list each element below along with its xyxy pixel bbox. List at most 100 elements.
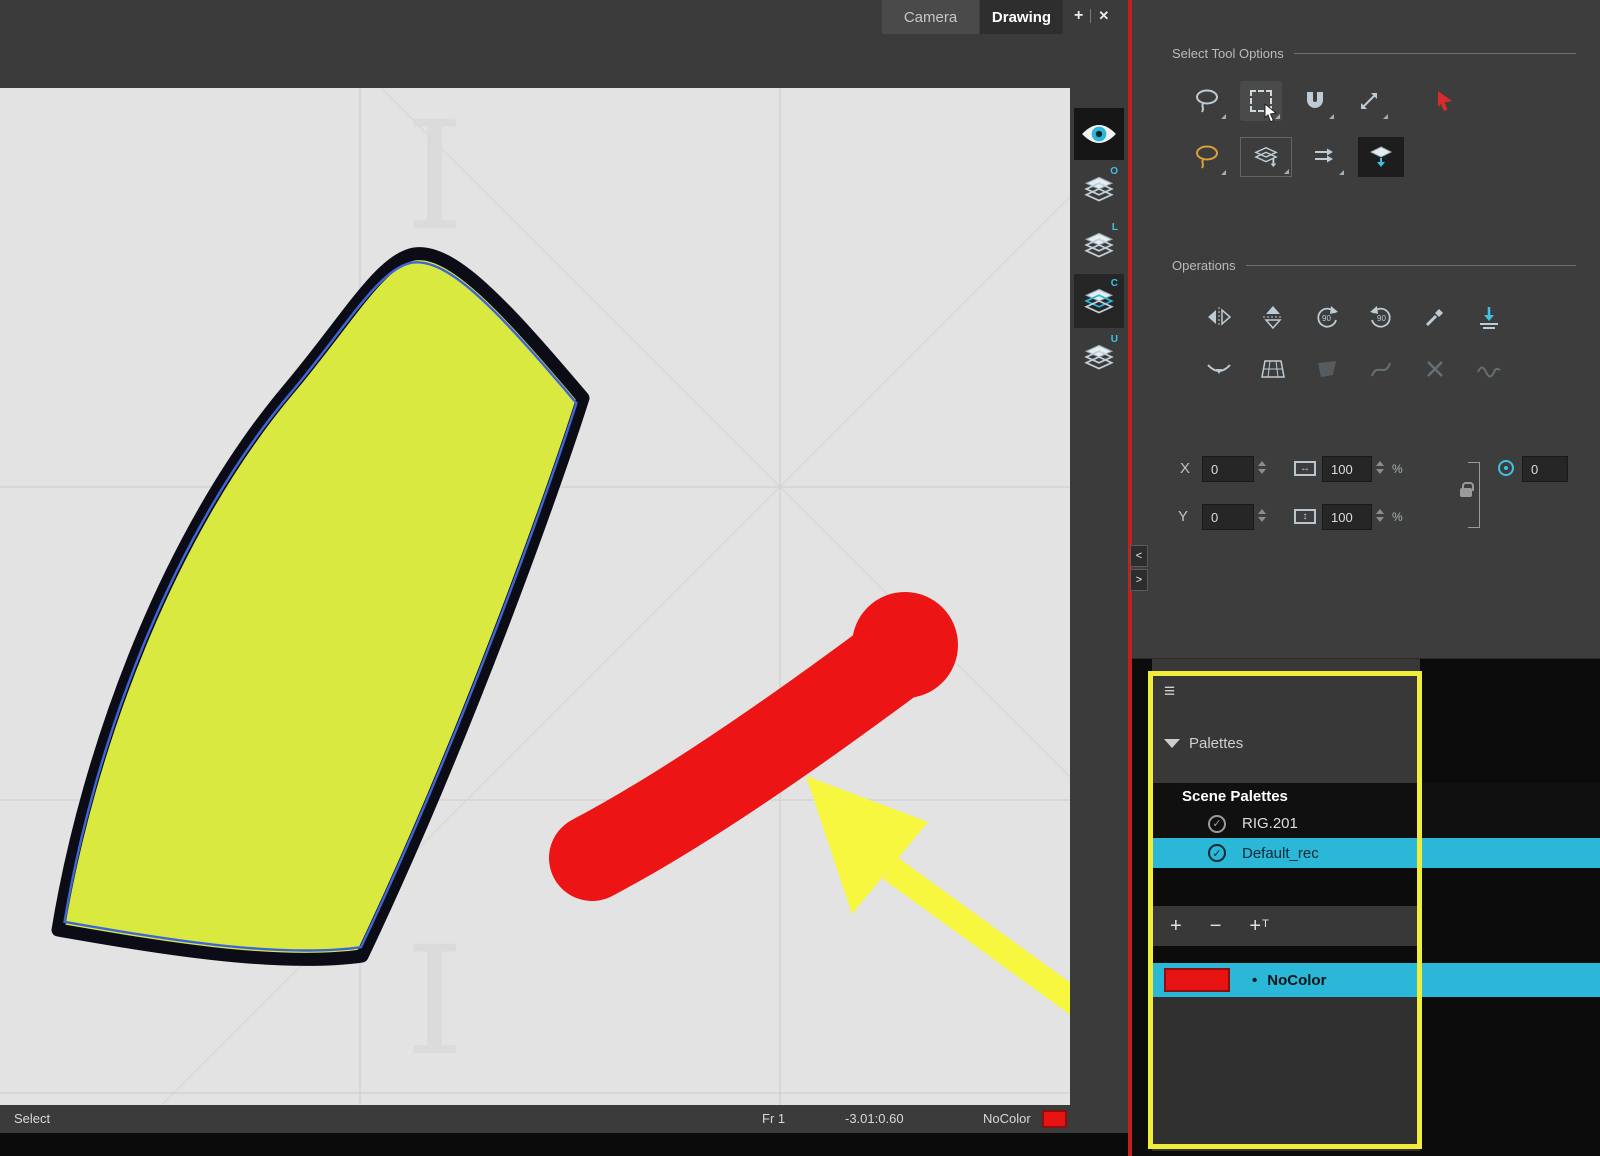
y-offset-label: Y <box>1178 508 1188 525</box>
status-position: -3.01:0.60 <box>845 1111 904 1126</box>
toggle-letter: C <box>1111 278 1118 289</box>
envelope-button[interactable] <box>1306 349 1348 389</box>
rotation-field[interactable]: 0 <box>1522 456 1568 482</box>
flip-vertical-button[interactable] <box>1252 297 1294 337</box>
close-view-button[interactable]: ✕ <box>1098 8 1109 24</box>
tab-camera-label: Camera <box>904 9 957 26</box>
canvas-surface: I I <box>0 88 1070 1105</box>
add-color-button[interactable]: + <box>1170 916 1182 936</box>
panel-collapse-controls: < > <box>1130 545 1148 591</box>
flatten-button[interactable] <box>1358 137 1404 177</box>
color-bullet: • <box>1252 972 1257 989</box>
palette-item-label: Default_rec <box>1242 845 1319 862</box>
operations-row-2 <box>1172 349 1576 389</box>
ratio-lock-icon[interactable] <box>1460 488 1472 497</box>
red-pointer-icon <box>1434 90 1456 112</box>
drawing-canvas[interactable]: I I <box>0 88 1070 1105</box>
lasso-icon <box>1194 88 1220 114</box>
height-spinner[interactable] <box>1376 509 1384 522</box>
transform-fields: X 0 ↔ 100 % 0 Y 0 ↕ 100 % <box>1172 446 1596 564</box>
palette-list-item-selected[interactable]: ✓ Default_rec <box>1152 838 1600 868</box>
smooth-button[interactable] <box>1198 349 1240 389</box>
cut-button[interactable] <box>1414 349 1456 389</box>
smooth-line-button[interactable] <box>1468 349 1510 389</box>
scene-palettes-label: Scene Palettes <box>1182 788 1288 805</box>
width-spinner[interactable] <box>1376 461 1384 474</box>
arrow-down-to-lines-icon <box>1476 305 1502 329</box>
add-view-button[interactable]: + <box>1074 7 1083 25</box>
dropper-button[interactable] <box>1414 297 1456 337</box>
select-mode-group-button[interactable] <box>1240 137 1292 177</box>
magnet-icon <box>1303 89 1327 113</box>
lasso-mode-button[interactable] <box>1186 137 1228 177</box>
palette-check-icon: ✓ <box>1208 844 1226 862</box>
collapse-right-button[interactable]: > <box>1130 569 1148 591</box>
underlay-watermark-top: I <box>405 90 464 264</box>
flip-horizontal-button[interactable] <box>1198 297 1240 337</box>
flatten-icon <box>1369 145 1393 169</box>
toggle-underlay-art[interactable]: U <box>1074 330 1124 384</box>
lasso-select-button[interactable] <box>1186 81 1228 121</box>
tab-camera[interactable]: Camera <box>882 0 979 34</box>
rotate-cw-icon: 90 <box>1314 304 1340 330</box>
sheets-down-icon <box>1254 146 1278 168</box>
palette-item-label: RIG.201 <box>1242 815 1298 832</box>
tool-options-row-2 <box>1172 137 1576 177</box>
remove-color-button[interactable]: − <box>1210 916 1222 936</box>
rotate-cw-button[interactable]: 90 <box>1306 297 1348 337</box>
send-to-back-button[interactable] <box>1468 297 1510 337</box>
perspective-button[interactable] <box>1252 349 1294 389</box>
height-field[interactable]: 100 <box>1322 504 1372 530</box>
x-offset-spinner[interactable] <box>1258 461 1266 474</box>
apply-to-multiple-button[interactable] <box>1304 137 1346 177</box>
cross-cut-icon <box>1424 358 1446 380</box>
status-frame: Fr 1 <box>762 1111 785 1126</box>
dropper-icon <box>1423 305 1447 329</box>
rotate-ccw-button[interactable]: 90 <box>1360 297 1402 337</box>
toggle-line-art[interactable]: L <box>1074 218 1124 272</box>
layers-icon <box>1084 288 1114 314</box>
tab-drawing[interactable]: Drawing <box>980 0 1063 34</box>
tool-cursor-indicator <box>1424 81 1466 121</box>
transform-handles-button[interactable] <box>1348 81 1390 121</box>
toggle-letter: O <box>1110 166 1118 177</box>
operations-group: Operations <box>1172 258 1576 389</box>
layers-icon <box>1084 232 1114 258</box>
toggle-letter: L <box>1112 222 1118 233</box>
width-field[interactable]: 100 <box>1322 456 1372 482</box>
palette-panel-header: ≡ Palettes <box>1152 659 1420 783</box>
status-tool-name: Select <box>14 1111 50 1126</box>
status-bar: Select Fr 1 -3.01:0.60 NoColor <box>0 1105 1128 1133</box>
palette-panel-footer <box>1152 997 1420 1151</box>
y-offset-spinner[interactable] <box>1258 509 1266 522</box>
palettes-section-header[interactable]: Palettes <box>1164 735 1243 752</box>
palette-check-icon: ✓ <box>1208 815 1226 833</box>
height-icon: ↕ <box>1294 509 1316 524</box>
palette-region: ≡ Palettes Scene Palettes ✓ RIG.201 ✓ De… <box>1132 658 1600 1156</box>
select-tool-options-title: Select Tool Options <box>1172 46 1576 61</box>
perspective-grid-icon <box>1260 358 1286 380</box>
lasso-icon <box>1194 144 1220 170</box>
operations-title: Operations <box>1172 258 1576 273</box>
rotate-ccw-label: 90 <box>1377 314 1386 323</box>
add-texture-plus: + <box>1249 916 1261 936</box>
snap-magnet-button[interactable] <box>1294 81 1336 121</box>
wave-icon <box>1476 360 1502 378</box>
rotation-icon <box>1498 460 1514 476</box>
toggle-color-art[interactable]: C <box>1074 274 1124 328</box>
rotate-cw-label: 90 <box>1322 314 1331 323</box>
toggle-overlay-art[interactable]: O <box>1074 162 1124 216</box>
x-offset-field[interactable]: 0 <box>1202 456 1254 482</box>
add-texture-button[interactable]: + T <box>1249 916 1268 936</box>
panel-menu-icon[interactable]: ≡ <box>1164 681 1175 703</box>
collapse-left-button[interactable]: < <box>1130 545 1148 567</box>
curve-edit-button[interactable] <box>1360 349 1402 389</box>
color-swatch-red <box>1164 968 1230 992</box>
color-list-item-selected[interactable]: • NoColor <box>1152 963 1600 997</box>
palette-list-item[interactable]: ✓ RIG.201 <box>1152 809 1600 838</box>
y-offset-field[interactable]: 0 <box>1202 504 1254 530</box>
preview-eye-button[interactable] <box>1074 108 1124 160</box>
marquee-select-button[interactable] <box>1240 81 1282 121</box>
curve-icon <box>1369 358 1393 380</box>
top-toolbar: Camera Drawing + ✕ <box>0 0 1128 88</box>
